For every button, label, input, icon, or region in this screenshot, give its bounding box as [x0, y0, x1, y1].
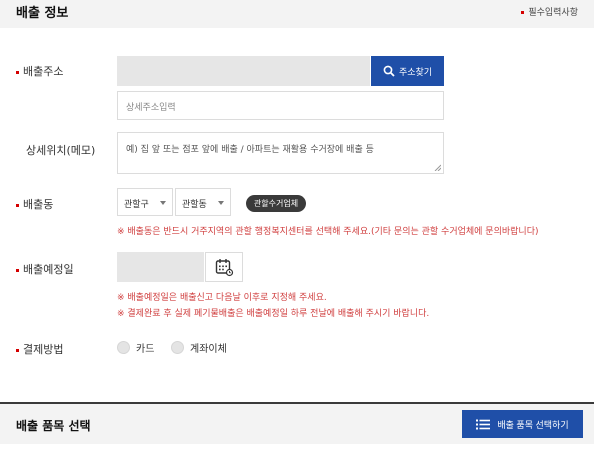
- items-section-header: 배출 품목 선택 배출 품목 선택하기: [0, 402, 594, 444]
- chevron-down-icon: [160, 201, 166, 205]
- district-label-text: 배출동: [23, 198, 54, 211]
- items-section-title: 배출 품목 선택: [16, 419, 91, 433]
- section-title: 배출 정보: [16, 6, 69, 21]
- date-label-text: 배출예정일: [23, 263, 74, 276]
- required-marker-icon: [16, 268, 19, 272]
- payment-card-label: 카드: [136, 344, 155, 355]
- district-label: 배출동: [16, 196, 53, 212]
- payment-label: 결제방법: [16, 341, 63, 357]
- chevron-down-icon: [218, 201, 224, 205]
- date-input[interactable]: [117, 252, 204, 282]
- radio-circle[interactable]: [117, 341, 130, 354]
- list-icon: [476, 419, 491, 429]
- radio-circle[interactable]: [171, 341, 184, 354]
- required-marker-icon: [16, 348, 19, 352]
- required-note: 필수입력사항: [521, 5, 578, 18]
- address-input[interactable]: [117, 56, 370, 86]
- date-label: 배출예정일: [16, 261, 74, 277]
- resize-grip-icon[interactable]: [434, 164, 441, 171]
- required-note-text: 필수입력사항: [528, 8, 578, 18]
- select-items-button[interactable]: 배출 품목 선택하기: [462, 410, 583, 438]
- required-marker-icon: [521, 11, 525, 14]
- search-icon: [383, 65, 395, 77]
- section-header: 배출 정보 필수입력사항: [0, 0, 594, 28]
- gu-select[interactable]: 관할구: [117, 188, 173, 216]
- calendar-button[interactable]: [205, 252, 243, 282]
- district-note: ※ 배출동은 반드시 거주지역의 관할 행정복지센터를 선택해 주세요.(기타 …: [117, 227, 539, 237]
- memo-textarea[interactable]: 예) 집 앞 또는 점포 앞에 배출 / 아파트는 재활용 수거장에 배출 등: [117, 132, 444, 174]
- payment-bank-label: 계좌이체: [190, 344, 227, 355]
- address-label: 배출주소: [16, 63, 63, 79]
- required-marker-icon: [16, 203, 19, 207]
- address-search-button[interactable]: 주소찾기: [371, 56, 444, 86]
- memo-placeholder: 예) 집 앞 또는 점포 앞에 배출 / 아파트는 재활용 수거장에 배출 등: [126, 145, 374, 155]
- collector-button[interactable]: 관할수거업체: [246, 195, 306, 212]
- memo-label: 상세위치(메모): [26, 144, 96, 157]
- calendar-icon: [215, 259, 234, 277]
- required-marker-icon: [16, 70, 19, 74]
- payment-label-text: 결제방법: [23, 343, 64, 356]
- select-items-label: 배출 품목 선택하기: [497, 419, 569, 430]
- payment-bank-transfer-radio[interactable]: 계좌이체: [171, 340, 227, 355]
- detail-address-input[interactable]: 상세주소입력: [117, 91, 444, 120]
- dong-select-value: 관할동: [182, 200, 207, 210]
- date-note-2: ※ 결제완료 후 실제 폐기물배출은 배출예정일 하루 전날에 배출해 주시기 …: [117, 309, 430, 319]
- dong-select[interactable]: 관할동: [175, 188, 231, 216]
- date-note-1: ※ 배출예정일은 배출신고 다음날 이후로 지정해 주세요.: [117, 293, 327, 303]
- address-label-text: 배출주소: [23, 65, 64, 78]
- payment-card-radio[interactable]: 카드: [117, 340, 154, 355]
- address-search-label: 주소찾기: [398, 66, 433, 77]
- gu-select-value: 관할구: [124, 200, 149, 210]
